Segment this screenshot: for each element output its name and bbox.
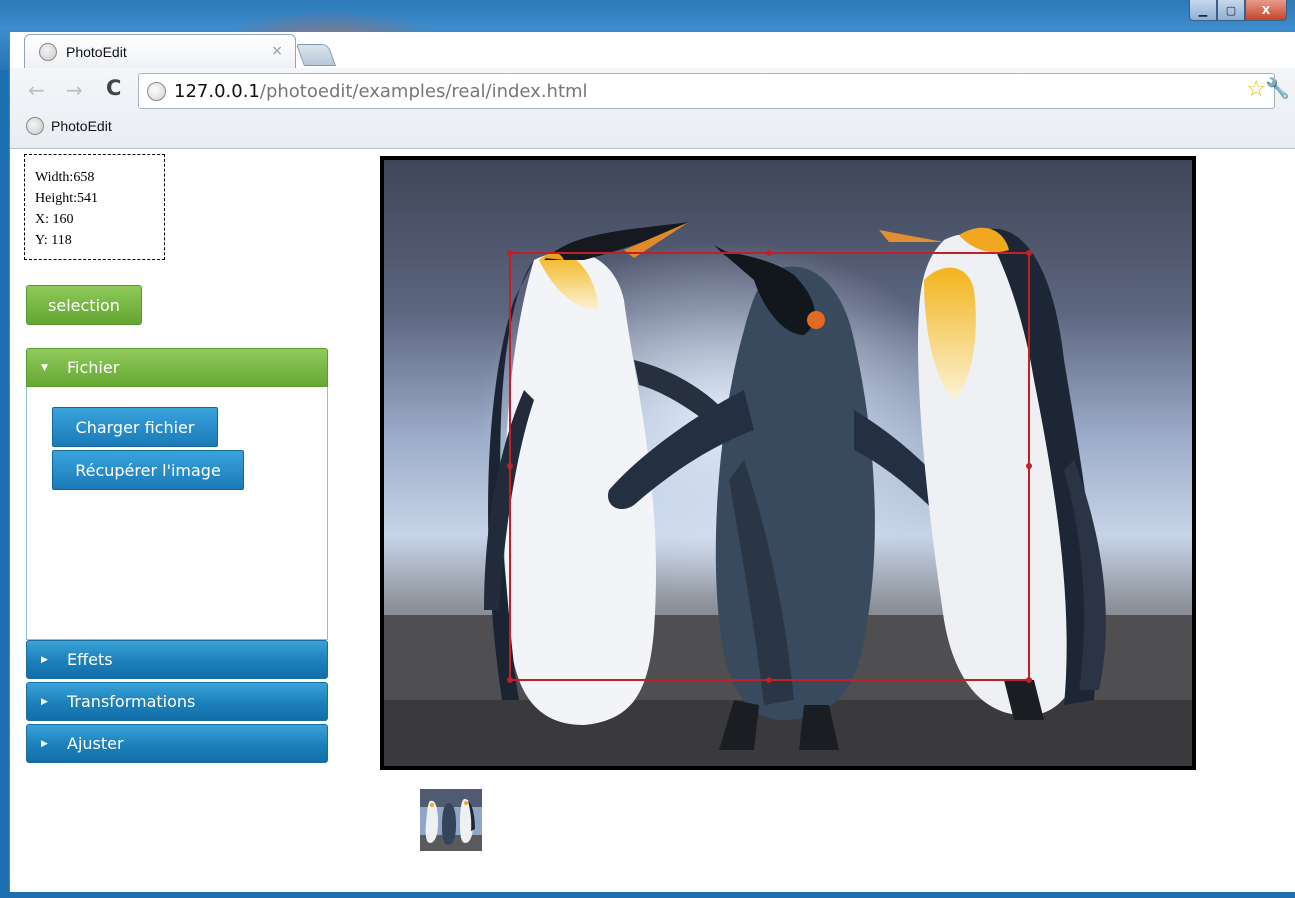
url-host: 127.0.0.1 (174, 80, 260, 102)
page-content: Width:658 Height:541 X: 160 Y: 118 selec… (10, 149, 1295, 892)
address-url[interactable]: 127.0.0.1/photoedit/examples/real/index.… (174, 81, 588, 102)
selection-handle (766, 250, 772, 256)
address-bar[interactable]: 127.0.0.1/photoedit/examples/real/index.… (138, 73, 1275, 109)
tab-photoedit[interactable]: PhotoEdit × (24, 34, 296, 69)
bookmark-star-icon[interactable]: ☆ (1246, 77, 1266, 102)
globe-icon (26, 117, 44, 135)
collapsed-arrow-icon: ▶ (41, 654, 48, 665)
back-arrow-icon[interactable]: ← (28, 78, 45, 102)
accordion-header-ajuster[interactable]: ▶ Ajuster (26, 724, 328, 763)
browser-toolbar: ← → C 127.0.0.1/photoedit/examples/real/… (10, 68, 1295, 149)
selection-handle (507, 250, 513, 256)
selection-handle (507, 463, 513, 469)
penguins-thumbnail-image (420, 789, 482, 851)
tab-title: PhotoEdit (66, 44, 127, 60)
info-height: Height:541 (35, 191, 98, 206)
accordion-label: Effets (67, 650, 113, 669)
load-file-button[interactable]: Charger fichier (52, 407, 218, 447)
accordion-label: Transformations (67, 692, 196, 711)
photo-canvas[interactable] (380, 156, 1196, 770)
close-window-button[interactable]: X (1245, 0, 1287, 21)
accordion-header-transformations[interactable]: ▶ Transformations (26, 682, 328, 721)
globe-icon (147, 81, 166, 101)
accordion-header-effets[interactable]: ▶ Effets (26, 640, 328, 679)
collapsed-arrow-icon: ▶ (41, 696, 48, 707)
maximize-button[interactable]: ▢ (1217, 0, 1245, 21)
selection-handle (766, 677, 772, 683)
browser-window: PhotoEdit × ← → C 127.0.0.1/photoedit/ex… (9, 32, 1295, 892)
accordion-label: Fichier (67, 358, 120, 377)
accordion-label: Ajuster (67, 734, 124, 753)
info-y: Y: 118 (35, 233, 72, 248)
info-width: Width:658 (35, 170, 95, 185)
selection-handle (1026, 250, 1032, 256)
reload-icon[interactable]: C (106, 76, 121, 100)
wrench-icon[interactable]: 🔧 (1265, 76, 1290, 100)
expanded-arrow-icon: ▼ (41, 362, 48, 373)
selection-handle (507, 677, 513, 683)
tab-close-icon[interactable]: × (271, 43, 283, 59)
minimize-button[interactable]: ▁ (1189, 0, 1217, 21)
selection-button[interactable]: selection (26, 285, 142, 325)
penguins-photo (384, 160, 1192, 766)
url-path: /photoedit/examples/real/index.html (259, 80, 588, 102)
new-tab-button[interactable] (295, 44, 337, 66)
retrieve-image-button[interactable]: Récupérer l'image (52, 450, 244, 490)
photo-thumbnail[interactable] (420, 789, 482, 851)
info-x: X: 160 (35, 212, 74, 227)
accordion-header-fichier[interactable]: ▼ Fichier (26, 348, 328, 387)
selection-handle (1026, 463, 1032, 469)
collapsed-arrow-icon: ▶ (41, 738, 48, 749)
selection-info-box: Width:658 Height:541 X: 160 Y: 118 (24, 154, 165, 260)
selection-handle (1026, 677, 1032, 683)
window-bottom-border (0, 892, 1295, 898)
globe-icon (39, 43, 57, 61)
window-controls: ▁ ▢ X (1189, 0, 1287, 26)
bookmark-label: PhotoEdit (51, 118, 112, 134)
forward-arrow-icon[interactable]: → (66, 78, 83, 102)
bookmark-photoedit[interactable]: PhotoEdit (26, 117, 112, 135)
